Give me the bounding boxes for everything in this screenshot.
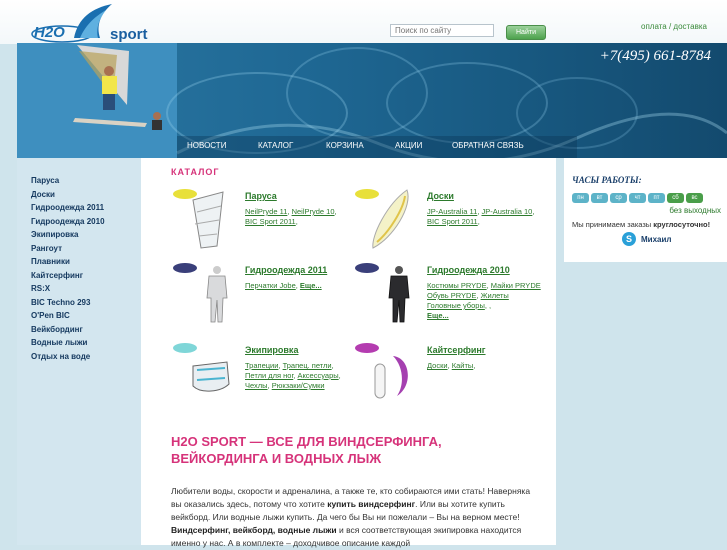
- day-badge: сб: [667, 193, 684, 203]
- nav-cart[interactable]: КОРЗИНА: [326, 141, 364, 150]
- weekday-badges: пн вт ср чт пт сб вс: [572, 193, 705, 203]
- subcategory-link[interactable]: Костюмы PRYDE: [427, 281, 487, 290]
- more-link[interactable]: Еще...: [427, 311, 449, 320]
- day-badge: вс: [686, 193, 703, 203]
- subcategory-link[interactable]: Рюкзаки/Сумки: [272, 381, 325, 390]
- orders-note: Мы принимаем заказы круглосуточно!: [572, 220, 710, 229]
- hero-banner: +7(495) 661-8784 НОВОСТИ КАТАЛОГ КОРЗИНА…: [17, 43, 727, 158]
- sidebar-item-leisure[interactable]: Отдых на воде: [31, 350, 141, 364]
- sidebar-item-gear[interactable]: Экипировка: [31, 228, 141, 242]
- sidebar-item-water-skis[interactable]: Водные лыжи: [31, 336, 141, 350]
- subcategory-link[interactable]: Кайты: [452, 361, 474, 370]
- sidebar-item-wetsuits-2011[interactable]: Гидроодежда 2011: [31, 201, 141, 215]
- catalog-title: КАТАЛОГ: [171, 167, 220, 177]
- intro-text: Любители воды, скорости и адреналина, а …: [171, 485, 531, 550]
- subcategory-link[interactable]: Петли для ног: [245, 371, 293, 380]
- subcategory-link[interactable]: Обувь PRYDE: [427, 291, 476, 300]
- sidebar-item-wakeboarding[interactable]: Вейкбординг: [31, 323, 141, 337]
- sidebar-item-sails[interactable]: Паруса: [31, 174, 141, 188]
- category-kitesurfing-title[interactable]: Кайтсерфинг: [427, 345, 617, 355]
- kite-icon[interactable]: [353, 340, 415, 404]
- day-badge: чт: [629, 193, 646, 203]
- subcategory-link[interactable]: JP-Australia 11: [427, 207, 477, 216]
- skype-name[interactable]: Михаил: [641, 235, 671, 244]
- subcategory-link[interactable]: Аксессуары: [297, 371, 338, 380]
- logo-h2o-text: H2O: [34, 24, 65, 41]
- subcategory-link[interactable]: BIC Sport 2011: [427, 217, 478, 226]
- subcategory-link[interactable]: Доски: [427, 361, 448, 370]
- category-kitesurfing-links: Доски, Кайты,: [427, 361, 476, 370]
- working-hours-title: ЧАСЫ РАБОТЫ:: [572, 175, 642, 185]
- category-wetsuits-2010: Гидроодежда 2010 Костюмы PRYDE, Майки PR…: [427, 265, 617, 321]
- subcategory-link[interactable]: Трапеции: [245, 361, 278, 370]
- day-badge: ср: [610, 193, 627, 203]
- day-badge: пн: [572, 193, 589, 203]
- main-content: КАТАЛОГ Паруса NeilPryde 11, NeilPryde 1…: [141, 158, 556, 548]
- nav-promotions[interactable]: АКЦИИ: [395, 141, 422, 150]
- subcategory-link[interactable]: Перчатки Jobe: [245, 281, 296, 290]
- sidebar-item-kitesurfing[interactable]: Кайтсерфинг: [31, 269, 141, 283]
- more-link[interactable]: Еще...: [300, 281, 322, 290]
- category-kitesurfing: Кайтсерфинг Доски, Кайты,: [427, 345, 617, 371]
- sidebar-item-bic-techno[interactable]: BIC Techno 293: [31, 296, 141, 310]
- subcategory-link[interactable]: NeilPryde 11: [245, 207, 287, 216]
- site-logo[interactable]: H2O sport: [30, 4, 160, 44]
- subcategory-link[interactable]: Майки PRYDE: [491, 281, 541, 290]
- wetsuit-2010-icon[interactable]: [353, 260, 415, 324]
- payment-link[interactable]: оплата: [641, 22, 667, 31]
- subcategory-link[interactable]: BIC Sport 2011: [245, 217, 296, 226]
- sidebar-item-boards[interactable]: Доски: [31, 188, 141, 202]
- sidebar-item-open-bic[interactable]: O'Pen BIC: [31, 309, 141, 323]
- harness-icon[interactable]: [171, 340, 233, 404]
- skype-contact[interactable]: S Михаил: [622, 232, 671, 246]
- page-heading: H2O SPORT — ВСЕ ДЛЯ ВИНДСЕРФИНГА, ВЕЙКОР…: [171, 434, 442, 466]
- sidebar-item-rsx[interactable]: RS:X: [31, 282, 141, 296]
- nav-feedback[interactable]: ОБРАТНАЯ СВЯЗЬ: [452, 141, 524, 150]
- subcategory-link[interactable]: JP-Australia 10: [481, 207, 532, 216]
- subcategory-link[interactable]: Жилеты: [481, 291, 509, 300]
- phone-number[interactable]: +7(495) 661-8784: [600, 48, 711, 65]
- orders-note-bold: круглосуточно!: [653, 220, 711, 229]
- sail-icon[interactable]: [171, 186, 233, 250]
- wetsuit-2011-icon[interactable]: [171, 260, 233, 324]
- day-badge: вт: [591, 193, 608, 203]
- search-input[interactable]: [390, 24, 494, 37]
- top-bar: H2O sport Найти оплата / доставка: [0, 0, 727, 44]
- category-wetsuits-2010-title[interactable]: Гидроодежда 2010: [427, 265, 617, 275]
- subcategory-link[interactable]: NeilPryde 10: [292, 207, 335, 216]
- board-icon[interactable]: [353, 186, 415, 250]
- intro-bold: Виндсерфинг, вейкборд, водные лыжи: [171, 525, 337, 535]
- logo-sport-text: sport: [110, 26, 148, 43]
- subcategory-link[interactable]: Головные уборы: [427, 301, 485, 310]
- skype-icon: S: [622, 232, 636, 246]
- top-links: оплата / доставка: [641, 22, 707, 31]
- delivery-link[interactable]: доставка: [673, 22, 707, 31]
- sidebar-item-fins[interactable]: Плавники: [31, 255, 141, 269]
- nav-catalog[interactable]: КАТАЛОГ: [258, 141, 293, 150]
- category-wetsuits-2010-links: Костюмы PRYDE, Майки PRYDE Обувь PRYDE, Ж…: [427, 281, 541, 320]
- sidebar-item-wetsuits-2010[interactable]: Гидроодежда 2010: [31, 215, 141, 229]
- intro-bold: купить виндсерфинг: [327, 499, 416, 509]
- subcategory-link[interactable]: Трапец. петли: [283, 361, 332, 370]
- working-hours-panel: ЧАСЫ РАБОТЫ: пн вт ср чт пт сб вс без вы…: [564, 158, 727, 262]
- search-button[interactable]: Найти: [506, 25, 546, 40]
- day-badge: пт: [648, 193, 665, 203]
- subcategory-link[interactable]: Чехлы: [245, 381, 268, 390]
- orders-note-text: Мы принимаем заказы: [572, 220, 654, 229]
- category-sidebar: Паруса Доски Гидроодежда 2011 Гидроодежд…: [17, 158, 141, 545]
- nav-news[interactable]: НОВОСТИ: [187, 141, 226, 150]
- sidebar-item-rigging[interactable]: Рангоут: [31, 242, 141, 256]
- no-days-off: без выходных: [669, 206, 721, 215]
